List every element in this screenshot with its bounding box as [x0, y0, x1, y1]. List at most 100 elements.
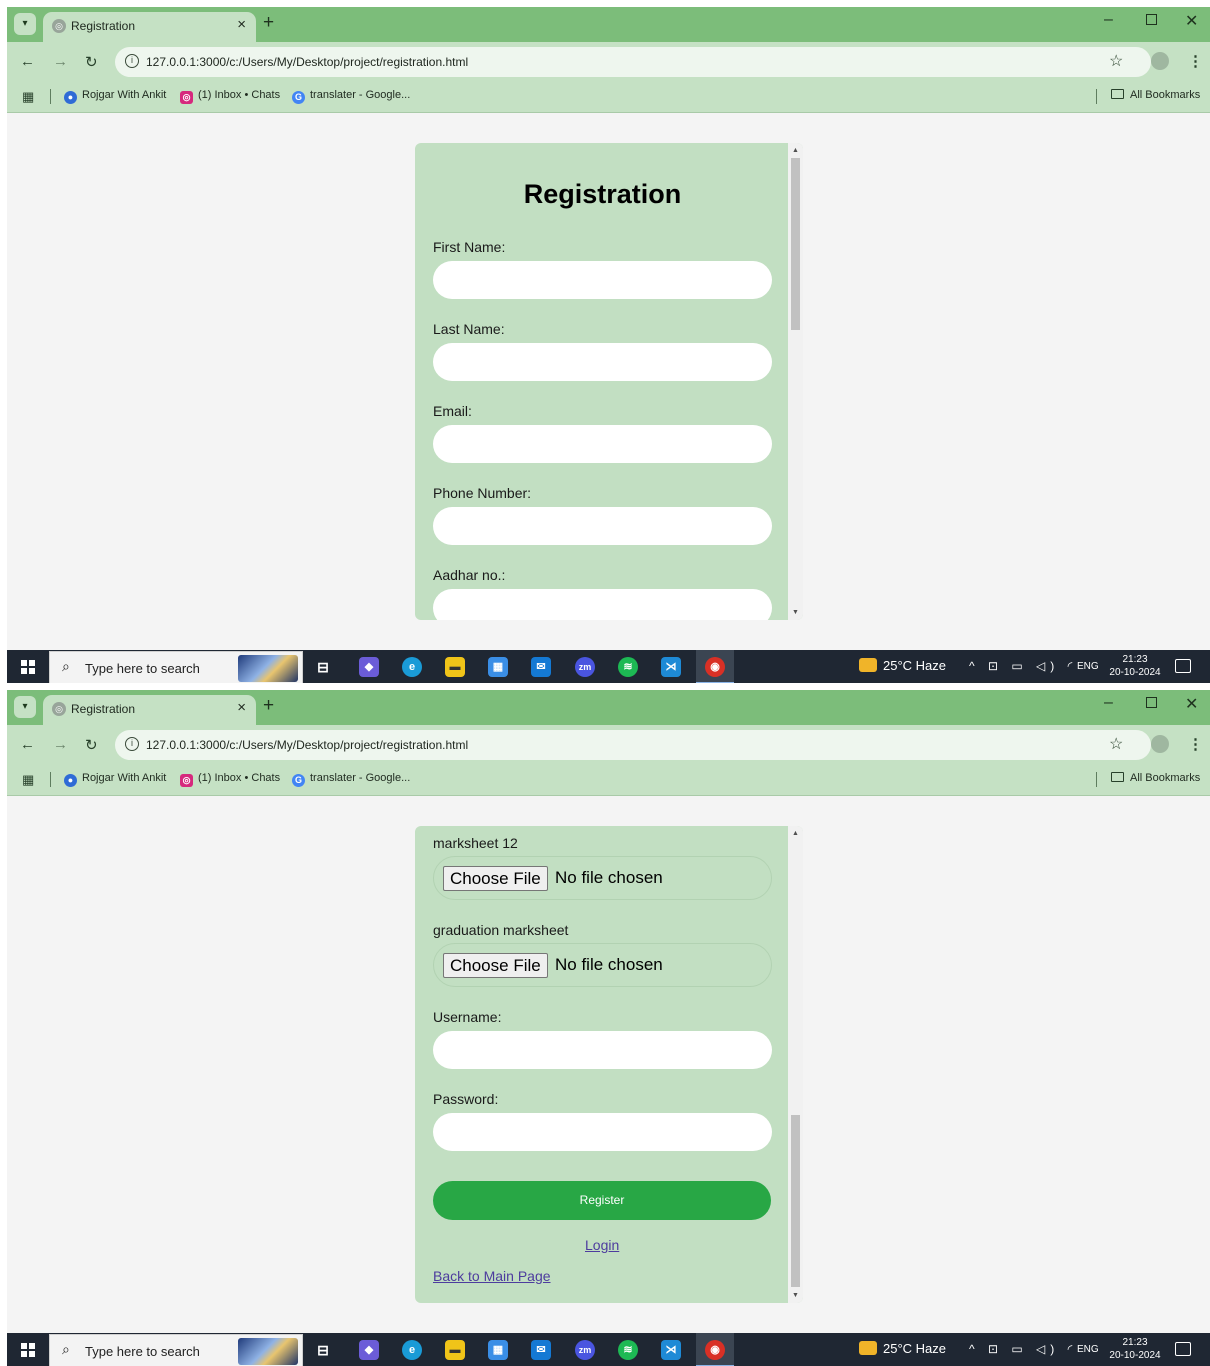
marksheet12-file-input[interactable]: Choose File No file chosen — [433, 856, 772, 900]
scroll-up-icon[interactable]: ▲ — [788, 143, 803, 158]
weather-widget[interactable]: 25°C Haze — [859, 658, 946, 673]
kebab-menu-icon[interactable]: ⋮ — [1188, 735, 1203, 753]
choose-file-button[interactable]: Choose File — [443, 953, 548, 978]
username-input[interactable] — [433, 1031, 772, 1069]
tab-search-button[interactable]: ▾ — [14, 13, 36, 35]
login-link[interactable]: Login — [585, 1237, 619, 1253]
tab-close-button[interactable]: × — [237, 699, 246, 716]
bookmark-translater[interactable]: Gtranslater - Google... — [292, 89, 410, 104]
profile-icon[interactable] — [1151, 735, 1169, 753]
language-indicator[interactable]: ENG — [1077, 1344, 1099, 1355]
windows-start-icon[interactable] — [21, 660, 35, 674]
choose-file-button[interactable]: Choose File — [443, 866, 548, 891]
aadhar-input[interactable] — [433, 589, 772, 620]
minimize-button[interactable]: – — [1104, 11, 1113, 29]
edge-icon[interactable]: e — [402, 657, 422, 677]
tray-icons[interactable]: ^ ⊡ ▭ ◁) ◜ — [969, 1342, 1077, 1356]
copilot-icon[interactable]: ◆ — [359, 1340, 379, 1360]
clock-time: 21:23 — [1122, 654, 1148, 665]
spotify-icon[interactable]: ≋ — [618, 657, 638, 677]
tab-search-button[interactable]: ▾ — [14, 696, 36, 718]
info-icon[interactable]: i — [125, 54, 139, 68]
notification-icon[interactable] — [1175, 1342, 1191, 1356]
kebab-menu-icon[interactable]: ⋮ — [1188, 52, 1203, 70]
bookmark-rojgar[interactable]: ● Rojgar With Ankit — [64, 772, 166, 787]
url-text[interactable]: 127.0.0.1:3000/c:/Users/My/Desktop/proje… — [146, 55, 468, 69]
email-input[interactable] — [433, 425, 772, 463]
bookmark-inbox[interactable]: ◎ (1) Inbox • Chats — [180, 89, 280, 104]
store-icon[interactable]: ▦ — [488, 657, 508, 677]
clock[interactable]: 21:23 20-10-2024 — [1107, 653, 1163, 679]
new-tab-button[interactable]: + — [263, 12, 274, 34]
tray-icons[interactable]: ^ ⊡ ▭ ◁) ◜ — [969, 659, 1077, 673]
scroll-up-icon[interactable]: ▲ — [788, 826, 803, 841]
last-name-input[interactable] — [433, 343, 772, 381]
chrome-icon[interactable]: ◉ — [705, 657, 725, 677]
scroll-thumb[interactable] — [791, 1115, 800, 1287]
address-bar[interactable]: i 127.0.0.1:3000/c:/Users/My/Desktop/pro… — [115, 47, 1151, 77]
new-tab-button[interactable]: + — [263, 695, 274, 717]
window-close-button[interactable]: ✕ — [1185, 11, 1198, 31]
profile-icon[interactable] — [1151, 52, 1169, 70]
window-close-button[interactable]: ✕ — [1185, 694, 1198, 714]
back-arrow-icon[interactable]: ← — [20, 53, 35, 70]
zoom-icon[interactable]: zm — [575, 1340, 595, 1360]
taskbar-search[interactable]: ⌕ Type here to search — [49, 651, 303, 683]
file-explorer-icon[interactable]: ▬ — [445, 1340, 465, 1360]
forward-arrow-icon[interactable]: → — [53, 736, 68, 753]
minimize-button[interactable]: – — [1104, 694, 1113, 712]
mail-icon[interactable]: ✉ — [531, 657, 551, 677]
forward-arrow-icon[interactable]: → — [53, 53, 68, 70]
mail-icon[interactable]: ✉ — [531, 1340, 551, 1360]
graduation-file-input[interactable]: Choose File No file chosen — [433, 943, 772, 987]
star-icon[interactable]: ☆ — [1109, 734, 1123, 754]
phone-input[interactable] — [433, 507, 772, 545]
spotify-icon[interactable]: ≋ — [618, 1340, 638, 1360]
first-name-input[interactable] — [433, 261, 772, 299]
address-bar[interactable]: i 127.0.0.1:3000/c:/Users/My/Desktop/pro… — [115, 730, 1151, 760]
back-arrow-icon[interactable]: ← — [20, 736, 35, 753]
register-button[interactable]: Register — [433, 1181, 771, 1220]
bookmark-inbox[interactable]: ◎ (1) Inbox • Chats — [180, 772, 280, 787]
back-to-main-link[interactable]: Back to Main Page — [433, 1268, 551, 1284]
scroll-thumb[interactable] — [791, 158, 800, 330]
weather-widget[interactable]: 25°C Haze — [859, 1341, 946, 1356]
reload-icon[interactable]: ↻ — [85, 53, 98, 71]
edge-icon[interactable]: e — [402, 1340, 422, 1360]
all-bookmarks[interactable]: All Bookmarks — [1111, 772, 1200, 784]
apps-grid-icon[interactable]: ▦ — [22, 89, 34, 105]
card-scrollbar[interactable]: ▲ ▼ — [788, 826, 803, 1303]
chrome-icon[interactable]: ◉ — [705, 1340, 725, 1360]
password-input[interactable] — [433, 1113, 772, 1151]
card-scrollbar[interactable]: ▲ ▼ — [788, 143, 803, 620]
info-icon[interactable]: i — [125, 737, 139, 751]
restore-button[interactable] — [1146, 14, 1157, 25]
reload-icon[interactable]: ↻ — [85, 736, 98, 754]
scroll-down-icon[interactable]: ▼ — [788, 1288, 803, 1303]
file-explorer-icon[interactable]: ▬ — [445, 657, 465, 677]
vscode-icon[interactable]: ⋊ — [661, 657, 681, 677]
copilot-icon[interactable]: ◆ — [359, 657, 379, 677]
language-indicator[interactable]: ENG — [1077, 661, 1099, 672]
star-icon[interactable]: ☆ — [1109, 51, 1123, 71]
apps-grid-icon[interactable]: ▦ — [22, 772, 34, 788]
vscode-icon[interactable]: ⋊ — [661, 1340, 681, 1360]
url-text[interactable]: 127.0.0.1:3000/c:/Users/My/Desktop/proje… — [146, 738, 468, 752]
all-bookmarks[interactable]: All Bookmarks — [1111, 89, 1200, 101]
store-icon[interactable]: ▦ — [488, 1340, 508, 1360]
clock[interactable]: 21:23 20-10-2024 — [1107, 1336, 1163, 1362]
bookmark-rojgar[interactable]: ● Rojgar With Ankit — [64, 89, 166, 104]
notification-icon[interactable] — [1175, 659, 1191, 673]
zoom-icon[interactable]: zm — [575, 657, 595, 677]
taskbar-search[interactable]: ⌕ Type here to search — [49, 1334, 303, 1366]
browser-toolbar: ← → ↻ i 127.0.0.1:3000/c:/Users/My/Deskt… — [7, 725, 1210, 765]
windows-start-icon[interactable] — [21, 1343, 35, 1357]
bookmark-translater[interactable]: Gtranslater - Google... — [292, 772, 410, 787]
task-view-icon[interactable]: ⊟ — [313, 657, 333, 677]
task-view-icon[interactable]: ⊟ — [313, 1340, 333, 1360]
browser-tab[interactable]: ◎ Registration × — [43, 695, 256, 725]
scroll-down-icon[interactable]: ▼ — [788, 605, 803, 620]
tab-close-button[interactable]: × — [237, 16, 246, 33]
restore-button[interactable] — [1146, 697, 1157, 708]
browser-tab[interactable]: ◎ Registration × — [43, 12, 256, 42]
